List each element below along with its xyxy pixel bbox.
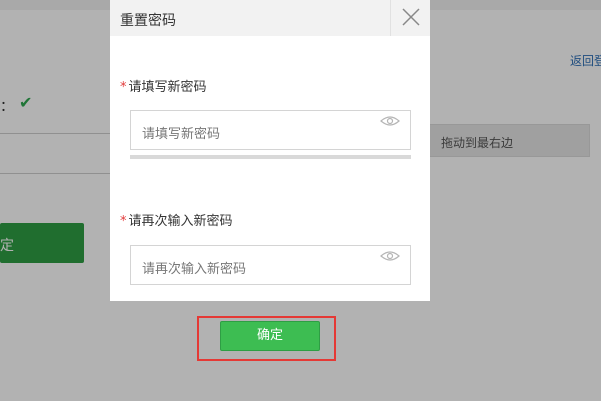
close-button[interactable] (390, 0, 430, 36)
confirm-password-label: * 请再次输入新密码 (120, 210, 233, 229)
confirm-password-placeholder: 请再次输入新密码 (142, 262, 247, 277)
password-strength-bar (130, 155, 411, 159)
new-password-label-text: 请填写新密码 (128, 80, 207, 95)
new-password-label: * 请填写新密码 (120, 76, 207, 95)
close-icon (402, 8, 420, 26)
eye-icon[interactable] (380, 250, 400, 262)
dialog-header: 重置密码 (110, 0, 430, 36)
required-mark: * (120, 214, 127, 229)
reset-password-dialog: 重置密码 * 请填写新密码 请填写新密码 * 请再次输入新密码 请再次输入新密码 (110, 0, 430, 301)
confirm-password-label-text: 请再次输入新密码 (128, 214, 233, 229)
required-mark: * (120, 80, 127, 95)
confirm-password-input[interactable]: 请再次输入新密码 (130, 245, 411, 285)
new-password-placeholder: 请填写新密码 (142, 127, 221, 142)
new-password-input[interactable]: 请填写新密码 (130, 110, 411, 150)
confirm-button[interactable]: 确定 (220, 321, 320, 351)
eye-icon[interactable] (380, 115, 400, 127)
dialog-title: 重置密码 (120, 13, 176, 29)
